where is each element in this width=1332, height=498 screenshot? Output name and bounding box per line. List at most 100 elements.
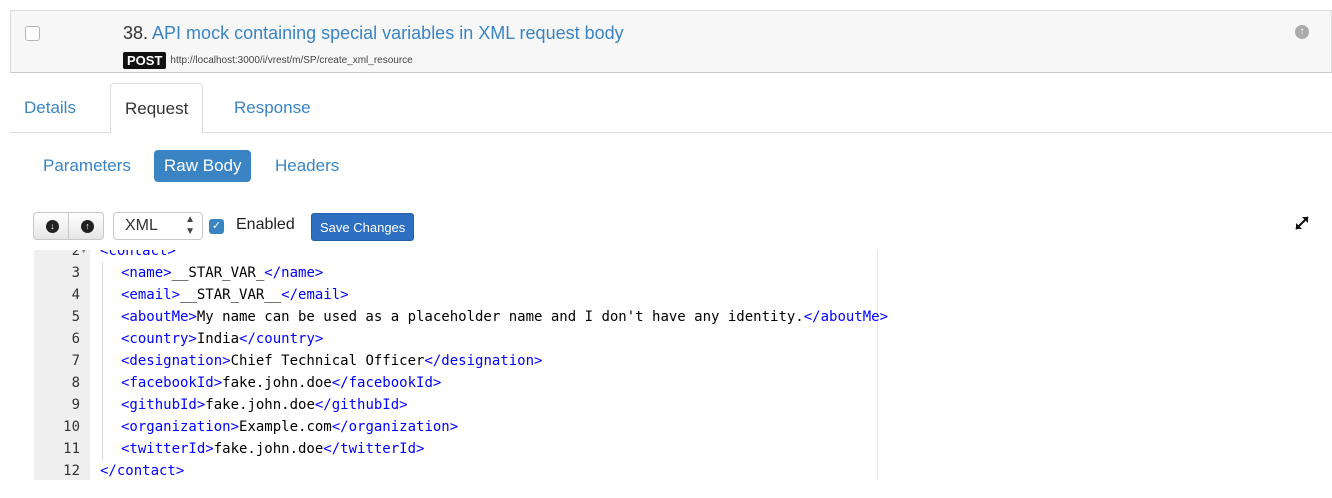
line-number: 6 [71, 331, 80, 347]
line-number: 12 [63, 463, 80, 479]
code-line: 5 <aboutMe>My name can be used as a place… [34, 306, 1332, 328]
xml-text: India [196, 331, 240, 347]
code-text: <aboutMe>My name can be used as a placeh… [121, 306, 888, 328]
subtab-raw-body[interactable]: Raw Body [154, 150, 252, 182]
xml-tag: <name> [121, 265, 172, 281]
xml-tag: <contact> [100, 250, 176, 259]
code-line: 10 <organization>Example.com</organizatio… [34, 416, 1332, 438]
xml-tag: </country> [239, 331, 324, 347]
request-url: http://localhost:3000/i/vrest/m/SP/creat… [170, 55, 413, 66]
xml-text: Example.com [239, 419, 332, 435]
move-down-button[interactable]: ↓ [33, 212, 69, 240]
code-text: <organization>Example.com</organization> [121, 416, 458, 438]
enabled-checkbox[interactable]: ✓ [209, 219, 224, 234]
xml-tag: <organization> [121, 419, 240, 435]
main-tabs: Details Request Response [10, 83, 1332, 134]
tab-response[interactable]: Response [220, 83, 325, 133]
code-line: 9 <githubId>fake.john.doe</githubId> [34, 394, 1332, 416]
code-text: <country>India</country> [121, 328, 323, 350]
xml-tag: <aboutMe> [121, 309, 197, 325]
tab-request[interactable]: Request [110, 83, 204, 134]
xml-text: Chief Technical Officer [230, 353, 425, 369]
select-arrows-icon: ▲ ▼ [185, 214, 195, 237]
code-text: <designation>Chief Technical Officer</de… [121, 350, 542, 372]
xml-tag: </facebookId> [331, 375, 442, 391]
code-text: <facebookId>fake.john.doe</facebookId> [121, 372, 441, 394]
xml-tag: <email> [121, 287, 181, 303]
arrow-circle-up-icon: ↑ [81, 220, 94, 233]
move-up-button[interactable]: ↑ [68, 212, 104, 240]
code-text: <name>__STAR_VAR_</name> [121, 262, 323, 284]
subtab-parameters[interactable]: Parameters [43, 150, 131, 182]
xml-tag: </organization> [331, 419, 459, 435]
code-line: 7 <designation>Chief Technical Officer</d… [34, 350, 1332, 372]
xml-text: __STAR_VAR_ [171, 265, 265, 281]
enabled-label: Enabled [236, 216, 295, 233]
code-text: </contact> [100, 460, 184, 480]
indent-guide [102, 372, 103, 394]
tab-details[interactable]: Details [10, 83, 90, 133]
xml-tag: </aboutMe> [803, 309, 889, 325]
code-text: <email>__STAR_VAR__</email> [121, 284, 349, 306]
code-line: 12 </contact> [34, 460, 1332, 480]
line-number: 11 [63, 441, 80, 457]
code-text: <twitterId>fake.john.doe</twitterId> [121, 438, 424, 460]
code-line: 11 <twitterId>fake.john.doe</twitterId> [34, 438, 1332, 460]
xml-tag: <twitterId> [121, 441, 214, 457]
indent-guide [102, 394, 103, 416]
test-case-header: 38. API mock containing special variable… [10, 10, 1332, 73]
xml-tag: <designation> [121, 353, 231, 369]
test-title: 38. API mock containing special variable… [123, 23, 624, 44]
line-number: 8 [71, 375, 80, 391]
line-number: 4 [71, 287, 80, 303]
arrow-circle-down-icon: ↓ [46, 220, 59, 233]
indent-guide [102, 284, 103, 306]
xml-text: fake.john.doe [205, 397, 315, 413]
method-badge: POST [123, 52, 167, 69]
xml-text: __STAR_VAR__ [180, 287, 282, 303]
expand-icon[interactable] [1293, 214, 1311, 232]
line-number: 5 [71, 309, 80, 325]
subtab-headers[interactable]: Headers [275, 150, 339, 182]
indent-guide [102, 262, 103, 284]
line-number: 9 [71, 397, 80, 413]
line-number: 2 [71, 250, 80, 259]
info-circle-icon[interactable]: ↑ [1295, 25, 1309, 39]
fold-toggle-icon[interactable]: ▼ [81, 250, 86, 262]
request-summary: POST http://localhost:3000/i/vrest/m/SP/… [123, 52, 413, 69]
indent-guide [102, 350, 103, 372]
xml-tag: </contact> [100, 463, 185, 479]
xml-tag: </name> [264, 265, 324, 281]
xml-text: My name can be used as a placeholder nam… [196, 309, 804, 325]
code-line: 8 <facebookId>fake.john.doe</facebookId> [34, 372, 1332, 394]
indent-guide [102, 438, 103, 460]
indent-guide [102, 328, 103, 350]
xml-tag: </githubId> [314, 397, 408, 413]
xml-tag: </designation> [424, 353, 543, 369]
body-format-select[interactable]: XML ▲ ▼ [113, 212, 203, 240]
xml-text: fake.john.doe [213, 441, 324, 457]
code-editor[interactable]: 2 ▼ <contact> 3 <name>__STAR_VAR_</name> 4 <em… [34, 250, 1332, 480]
xml-tag: <githubId> [121, 397, 206, 413]
test-title-link[interactable]: API mock containing special variables in… [152, 23, 624, 43]
save-changes-button[interactable]: Save Changes [311, 213, 415, 241]
indent-guide [102, 306, 103, 328]
test-number: 38. [123, 23, 149, 43]
xml-tag: </twitterId> [323, 441, 425, 457]
code-text: <githubId>fake.john.doe</githubId> [121, 394, 408, 416]
xml-tag: <country> [121, 331, 197, 347]
xml-tag: <facebookId> [121, 375, 223, 391]
code-line: 6 <country>India</country> [34, 328, 1332, 350]
xml-tag: </email> [281, 287, 349, 303]
select-test-checkbox[interactable] [25, 26, 40, 41]
line-number: 7 [71, 353, 80, 369]
body-format-value: XML [125, 217, 158, 234]
indent-guide [102, 416, 103, 438]
code-line: 3 <name>__STAR_VAR_</name> [34, 262, 1332, 284]
code-text: <contact> [100, 250, 176, 262]
line-number: 10 [63, 419, 80, 435]
code-line: 2 ▼ <contact> [34, 250, 1332, 262]
line-number: 3 [71, 265, 80, 281]
code-line: 4 <email>__STAR_VAR__</email> [34, 284, 1332, 306]
xml-text: fake.john.doe [222, 375, 332, 391]
